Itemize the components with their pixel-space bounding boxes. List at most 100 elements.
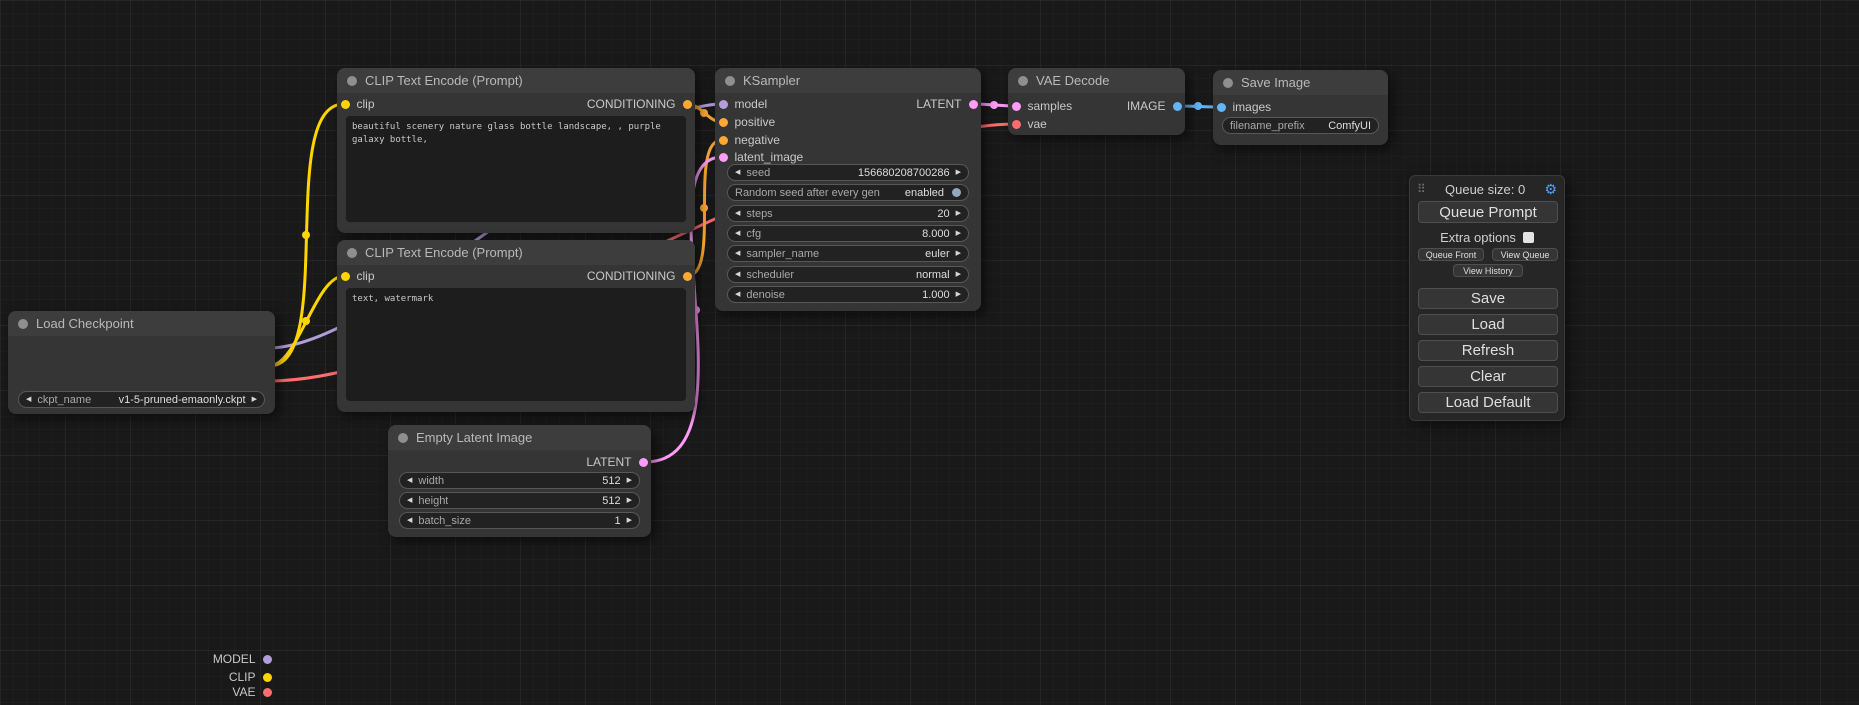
node-clip-text-encode-positive[interactable]: CLIP Text Encode (Prompt) clip CONDITION… [337, 68, 695, 233]
queue-prompt-button[interactable]: Queue Prompt [1418, 201, 1558, 223]
filename-prefix-widget[interactable]: filename_prefix ComfyUI [1222, 117, 1379, 134]
latent-output-dot[interactable] [639, 458, 648, 467]
next-arrow-icon[interactable]: ▶ [956, 271, 961, 278]
refresh-button[interactable]: Refresh [1418, 340, 1558, 361]
collapse-dot-icon[interactable] [18, 319, 28, 329]
negative-input-dot[interactable] [719, 136, 728, 145]
prev-arrow-icon[interactable]: ◀ [407, 517, 412, 524]
extra-options-label: Extra options [1440, 230, 1516, 245]
collapse-dot-icon[interactable] [398, 433, 408, 443]
extra-options-checkbox[interactable] [1523, 232, 1534, 243]
images-input-dot[interactable] [1217, 103, 1226, 112]
latent-output-dot[interactable] [969, 100, 978, 109]
collapse-dot-icon[interactable] [347, 248, 357, 258]
clip-input-dot[interactable] [341, 100, 350, 109]
toggle-dot-icon[interactable] [952, 188, 961, 197]
node-title-bar[interactable]: Save Image [1213, 70, 1388, 95]
prev-arrow-icon[interactable]: ◀ [735, 210, 740, 217]
extra-options-row: Extra options [1410, 230, 1564, 244]
next-arrow-icon[interactable]: ▶ [956, 230, 961, 237]
height-widget[interactable]: ◀ height 512 ▶ [399, 492, 640, 509]
node-vae-decode[interactable]: VAE Decode samples IMAGE vae [1008, 68, 1185, 135]
positive-prompt-textarea[interactable]: beautiful scenery nature glass bottle la… [346, 116, 686, 222]
port-latent-output: LATENT [916, 97, 977, 111]
node-title-bar[interactable]: CLIP Text Encode (Prompt) [337, 68, 695, 93]
node-title-bar[interactable]: Empty Latent Image [388, 425, 651, 450]
prev-arrow-icon[interactable]: ◀ [735, 250, 740, 257]
vae-input-dot[interactable] [1012, 120, 1021, 129]
sampler-name-widget[interactable]: ◀ sampler_name euler ▶ [727, 245, 969, 262]
positive-input-dot[interactable] [719, 118, 728, 127]
scheduler-widget[interactable]: ◀ scheduler normal ▶ [727, 266, 969, 283]
node-clip-text-encode-negative[interactable]: CLIP Text Encode (Prompt) clip CONDITION… [337, 240, 695, 412]
node-empty-latent-image[interactable]: Empty Latent Image LATENT ◀ width 512 ▶ … [388, 425, 651, 537]
settings-gear-icon[interactable]: ⚙ [1544, 182, 1557, 196]
node-title: Save Image [1241, 75, 1310, 90]
vae-output-dot[interactable] [263, 688, 272, 697]
negative-prompt-textarea[interactable]: text, watermark [346, 288, 686, 401]
queue-front-button[interactable]: Queue Front [1418, 248, 1484, 261]
view-history-button[interactable]: View History [1453, 264, 1523, 277]
node-title: CLIP Text Encode (Prompt) [365, 73, 523, 88]
node-save-image[interactable]: Save Image images filename_prefix ComfyU… [1213, 70, 1388, 145]
prev-arrow-icon[interactable]: ◀ [407, 497, 412, 504]
latent-image-input-dot[interactable] [719, 153, 728, 162]
load-default-button[interactable]: Load Default [1418, 392, 1558, 413]
comfy-menu-panel[interactable]: ⠿ Queue size: 0 ⚙ Queue Prompt Extra opt… [1409, 175, 1565, 421]
samples-input-dot[interactable] [1012, 102, 1021, 111]
load-button[interactable]: Load [1418, 314, 1558, 335]
width-widget[interactable]: ◀ width 512 ▶ [399, 472, 640, 489]
port-image-output: IMAGE [1127, 99, 1182, 113]
port-images-input: images [1217, 100, 1272, 114]
steps-widget[interactable]: ◀ steps 20 ▶ [727, 205, 969, 222]
cfg-widget[interactable]: ◀ cfg 8.000 ▶ [727, 225, 969, 242]
next-arrow-icon[interactable]: ▶ [956, 210, 961, 217]
next-arrow-icon[interactable]: ▶ [627, 477, 632, 484]
prev-arrow-icon[interactable]: ◀ [735, 230, 740, 237]
node-title-bar[interactable]: CLIP Text Encode (Prompt) [337, 240, 695, 265]
next-arrow-icon[interactable]: ▶ [956, 169, 961, 176]
prev-arrow-icon[interactable]: ◀ [735, 271, 740, 278]
port-model-output: MODEL [213, 652, 272, 666]
conditioning-output-dot[interactable] [683, 100, 692, 109]
port-clip-input: clip [341, 269, 375, 283]
view-queue-button[interactable]: View Queue [1492, 248, 1558, 261]
random-seed-toggle-widget[interactable]: Random seed after every gen enabled [727, 184, 969, 201]
collapse-dot-icon[interactable] [1018, 76, 1028, 86]
collapse-dot-icon[interactable] [725, 76, 735, 86]
clip-input-dot[interactable] [341, 272, 350, 281]
ckpt-name-widget[interactable]: ◀ ckpt_name v1-5-pruned-emaonly.ckpt ▶ [18, 391, 265, 408]
prev-arrow-icon[interactable]: ◀ [735, 291, 740, 298]
port-samples-input: samples [1012, 99, 1073, 113]
save-button[interactable]: Save [1418, 288, 1558, 309]
node-ksampler[interactable]: KSampler model positive negative latent_… [715, 68, 981, 311]
node-title: Empty Latent Image [416, 430, 532, 445]
queue-size-label: Queue size: 0 [1426, 182, 1545, 197]
next-arrow-icon[interactable]: ▶ [956, 250, 961, 257]
prev-arrow-icon[interactable]: ◀ [26, 396, 31, 403]
prev-arrow-icon[interactable]: ◀ [735, 169, 740, 176]
node-title-bar[interactable]: Load Checkpoint [8, 311, 275, 336]
node-title-bar[interactable]: VAE Decode [1008, 68, 1185, 93]
clip-output-dot[interactable] [263, 673, 272, 682]
node-title-bar[interactable]: KSampler [715, 68, 981, 93]
port-latent-output: LATENT [586, 455, 647, 469]
denoise-widget[interactable]: ◀ denoise 1.000 ▶ [727, 286, 969, 303]
collapse-dot-icon[interactable] [1223, 78, 1233, 88]
next-arrow-icon[interactable]: ▶ [252, 396, 257, 403]
image-output-dot[interactable] [1173, 102, 1182, 111]
conditioning-output-dot[interactable] [683, 272, 692, 281]
prev-arrow-icon[interactable]: ◀ [407, 477, 412, 484]
model-input-dot[interactable] [719, 100, 728, 109]
seed-widget[interactable]: ◀ seed 156680208700286 ▶ [727, 164, 969, 181]
next-arrow-icon[interactable]: ▶ [627, 497, 632, 504]
port-conditioning-output: CONDITIONING [587, 269, 692, 283]
collapse-dot-icon[interactable] [347, 76, 357, 86]
next-arrow-icon[interactable]: ▶ [627, 517, 632, 524]
node-load-checkpoint[interactable]: Load Checkpoint MODEL CLIP VAE ◀ ckpt_na… [8, 311, 275, 414]
model-output-dot[interactable] [263, 655, 272, 664]
drag-handle-icon[interactable]: ⠿ [1417, 182, 1426, 196]
next-arrow-icon[interactable]: ▶ [956, 291, 961, 298]
batch-size-widget[interactable]: ◀ batch_size 1 ▶ [399, 512, 640, 529]
clear-button[interactable]: Clear [1418, 366, 1558, 387]
